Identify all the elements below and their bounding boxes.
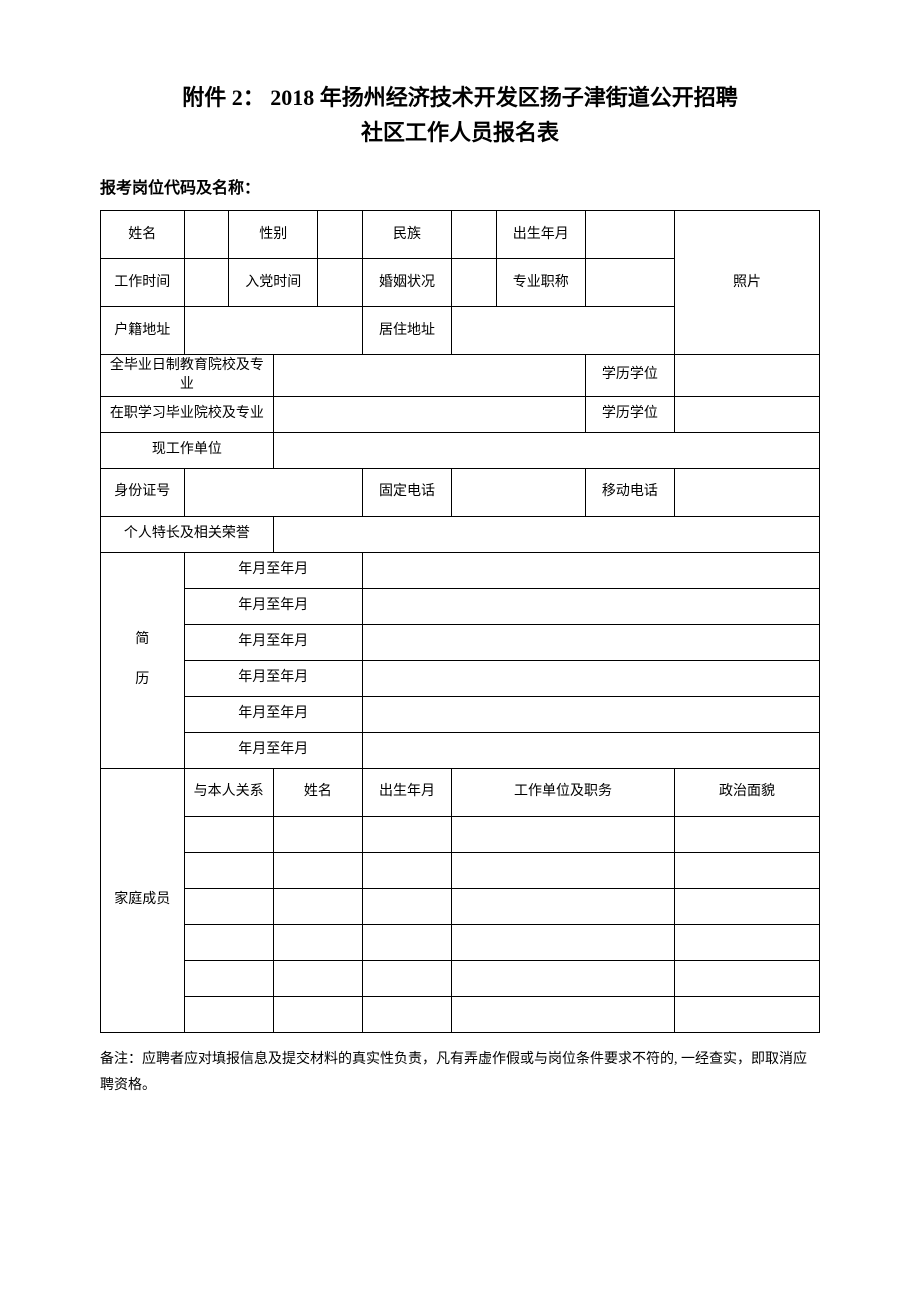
label-worktime: 工作时间 xyxy=(101,259,185,307)
fam-birth-4[interactable] xyxy=(362,924,451,960)
input-fixed-phone[interactable] xyxy=(452,468,586,516)
input-protitle[interactable] xyxy=(585,259,674,307)
title-line1: 附件 2： 2018 年扬州经济技术开发区扬子津街道公开招聘 xyxy=(182,85,738,110)
label-onjob-edu: 在职学习毕业院校及专业 xyxy=(101,396,274,432)
input-worktime[interactable] xyxy=(184,259,229,307)
input-idno[interactable] xyxy=(184,468,362,516)
fam-work-1[interactable] xyxy=(452,816,675,852)
footnote: 备注：应聘者应对填报信息及提交材料的真实性负责，凡有弄虚作假或与岗位条件要求不符… xyxy=(100,1047,820,1100)
fam-relation-4[interactable] xyxy=(184,924,273,960)
label-relation: 与本人关系 xyxy=(184,768,273,816)
label-partytime: 入党时间 xyxy=(229,259,318,307)
label-fam-birth: 出生年月 xyxy=(362,768,451,816)
resume-period-5: 年月至年月 xyxy=(184,696,362,732)
input-fulltime-edu[interactable] xyxy=(273,355,585,396)
label-current-unit: 现工作单位 xyxy=(101,432,274,468)
fam-politics-3[interactable] xyxy=(674,888,819,924)
resume-period-1: 年月至年月 xyxy=(184,552,362,588)
fam-relation-1[interactable] xyxy=(184,816,273,852)
fam-work-4[interactable] xyxy=(452,924,675,960)
resume-detail-1[interactable] xyxy=(362,552,819,588)
label-ethnicity: 民族 xyxy=(362,211,451,259)
fam-work-3[interactable] xyxy=(452,888,675,924)
resume-detail-5[interactable] xyxy=(362,696,819,732)
input-ethnicity[interactable] xyxy=(452,211,497,259)
photo-box: 照片 xyxy=(674,211,819,355)
resume-period-4: 年月至年月 xyxy=(184,660,362,696)
fam-name-6[interactable] xyxy=(273,996,362,1032)
label-family: 家庭成员 xyxy=(101,768,185,1032)
fam-name-1[interactable] xyxy=(273,816,362,852)
label-name: 姓名 xyxy=(101,211,185,259)
label-fam-politics: 政治面貌 xyxy=(674,768,819,816)
sub-heading: 报考岗位代码及名称： xyxy=(100,174,820,198)
label-resume-1: 简 xyxy=(105,631,180,649)
fam-work-5[interactable] xyxy=(452,960,675,996)
label-fam-work: 工作单位及职务 xyxy=(452,768,675,816)
label-marital: 婚姻状况 xyxy=(362,259,451,307)
resume-detail-2[interactable] xyxy=(362,588,819,624)
page-title: 附件 2： 2018 年扬州经济技术开发区扬子津街道公开招聘 社区工作人员报名表 xyxy=(100,80,820,150)
input-residence[interactable] xyxy=(452,307,675,355)
label-protitle: 专业职称 xyxy=(496,259,585,307)
resume-period-6: 年月至年月 xyxy=(184,732,362,768)
label-fulltime-edu: 全毕业日制教育院校及专业 xyxy=(101,355,274,396)
fam-relation-6[interactable] xyxy=(184,996,273,1032)
fam-politics-6[interactable] xyxy=(674,996,819,1032)
input-mobile[interactable] xyxy=(674,468,819,516)
fam-politics-4[interactable] xyxy=(674,924,819,960)
input-gender[interactable] xyxy=(318,211,363,259)
label-birth: 出生年月 xyxy=(496,211,585,259)
input-name[interactable] xyxy=(184,211,229,259)
fam-politics-2[interactable] xyxy=(674,852,819,888)
resume-period-2: 年月至年月 xyxy=(184,588,362,624)
input-strengths[interactable] xyxy=(273,516,819,552)
label-mobile: 移动电话 xyxy=(585,468,674,516)
fam-name-4[interactable] xyxy=(273,924,362,960)
fam-relation-2[interactable] xyxy=(184,852,273,888)
fam-birth-1[interactable] xyxy=(362,816,451,852)
input-partytime[interactable] xyxy=(318,259,363,307)
fam-work-2[interactable] xyxy=(452,852,675,888)
fam-relation-3[interactable] xyxy=(184,888,273,924)
label-gender: 性别 xyxy=(229,211,318,259)
fam-name-5[interactable] xyxy=(273,960,362,996)
label-fixed-phone: 固定电话 xyxy=(362,468,451,516)
input-degree1[interactable] xyxy=(674,355,819,396)
label-degree2: 学历学位 xyxy=(585,396,674,432)
input-birth[interactable] xyxy=(585,211,674,259)
label-hukou: 户籍地址 xyxy=(101,307,185,355)
application-form: 姓名 性别 民族 出生年月 照片 工作时间 入党时间 婚姻状况 专业职称 户籍地… xyxy=(100,210,820,1032)
fam-work-6[interactable] xyxy=(452,996,675,1032)
fam-name-2[interactable] xyxy=(273,852,362,888)
input-current-unit[interactable] xyxy=(273,432,819,468)
fam-relation-5[interactable] xyxy=(184,960,273,996)
resume-detail-6[interactable] xyxy=(362,732,819,768)
resume-period-3: 年月至年月 xyxy=(184,624,362,660)
resume-detail-3[interactable] xyxy=(362,624,819,660)
fam-birth-3[interactable] xyxy=(362,888,451,924)
fam-politics-5[interactable] xyxy=(674,960,819,996)
label-residence: 居住地址 xyxy=(362,307,451,355)
input-degree2[interactable] xyxy=(674,396,819,432)
label-resume: 简 历 xyxy=(101,552,185,768)
resume-detail-4[interactable] xyxy=(362,660,819,696)
fam-birth-2[interactable] xyxy=(362,852,451,888)
label-resume-2: 历 xyxy=(105,671,180,689)
input-marital[interactable] xyxy=(452,259,497,307)
title-line2: 社区工作人员报名表 xyxy=(361,120,559,145)
fam-politics-1[interactable] xyxy=(674,816,819,852)
label-strengths: 个人特长及相关荣誉 xyxy=(101,516,274,552)
input-hukou[interactable] xyxy=(184,307,362,355)
input-onjob-edu[interactable] xyxy=(273,396,585,432)
fam-birth-6[interactable] xyxy=(362,996,451,1032)
label-degree1: 学历学位 xyxy=(585,355,674,396)
fam-name-3[interactable] xyxy=(273,888,362,924)
label-fam-name: 姓名 xyxy=(273,768,362,816)
label-idno: 身份证号 xyxy=(101,468,185,516)
fam-birth-5[interactable] xyxy=(362,960,451,996)
